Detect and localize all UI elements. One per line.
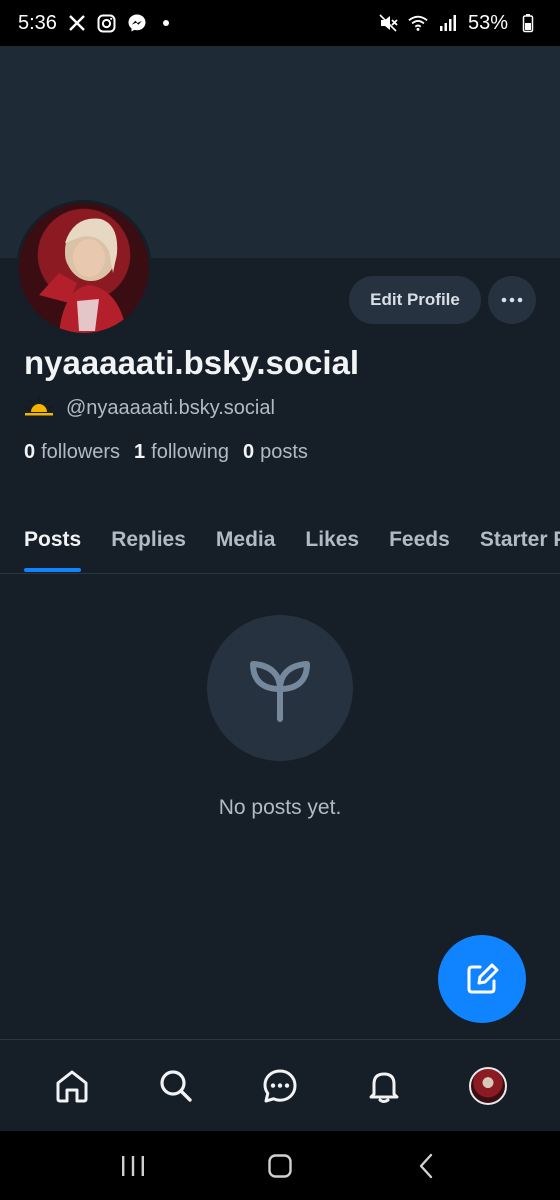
notification-dot (162, 20, 169, 26)
sunrise-icon (24, 394, 54, 422)
home-button[interactable] (260, 1146, 300, 1186)
mute-icon (378, 13, 398, 33)
posts-count: 0 (243, 441, 255, 463)
compose-post-button[interactable] (438, 935, 526, 1023)
nav-search[interactable] (148, 1058, 204, 1114)
status-right: 53% (378, 12, 538, 35)
following-label: following (151, 441, 229, 463)
edit-profile-button[interactable]: Edit Profile (349, 276, 481, 324)
status-left: 5:36 (18, 12, 169, 35)
profile-stats: 0 followers 1 following 0 posts (24, 441, 308, 464)
profile-handle: @nyaaaaati.bsky.social (66, 396, 275, 419)
recents-icon (122, 1155, 145, 1176)
empty-state-message: No posts yet. (218, 796, 342, 819)
battery-percent: 53% (467, 11, 508, 34)
nav-home[interactable] (44, 1058, 100, 1114)
nav-notifications[interactable] (356, 1058, 412, 1114)
profile-avatar[interactable] (16, 200, 152, 336)
status-bar: 5:36 53% (0, 0, 560, 46)
more-icon (501, 297, 523, 303)
home-square-icon (268, 1153, 292, 1178)
sprout-icon (250, 661, 310, 722)
back-button[interactable] (407, 1146, 447, 1186)
bell-icon (369, 1072, 399, 1103)
empty-state-icon-circle (207, 615, 353, 761)
bottom-navigation (0, 1039, 560, 1131)
wifi-icon (408, 13, 428, 33)
home-icon (56, 1070, 88, 1102)
followers-stat[interactable]: 0 followers (24, 441, 120, 464)
chat-icon (263, 1069, 297, 1102)
status-time: 5:36 (18, 11, 57, 34)
recent-apps-button[interactable] (113, 1146, 153, 1186)
search-icon (160, 1069, 192, 1102)
tab-replies[interactable]: Replies (111, 508, 186, 572)
tab-posts[interactable]: Posts (24, 508, 82, 572)
followers-label: followers (41, 441, 121, 463)
posts-label: posts (260, 441, 308, 463)
nav-chat[interactable] (252, 1058, 308, 1114)
compose-icon (467, 963, 499, 994)
tab-media[interactable]: Media (216, 508, 276, 572)
tab-starter-packs[interactable]: Starter Packs (480, 508, 560, 572)
followers-count: 0 (24, 441, 36, 463)
battery-icon (518, 13, 538, 33)
handle-row: @nyaaaaati.bsky.social (24, 394, 275, 422)
system-navigation (0, 1131, 560, 1200)
display-name: nyaaaaati.bsky.social (24, 344, 360, 381)
profile-tabs: Posts Replies Media Likes Feeds Starter … (0, 508, 560, 574)
avatar-image (39, 218, 127, 333)
more-options-button[interactable] (488, 276, 536, 324)
tab-feeds[interactable]: Feeds (389, 508, 450, 572)
posts-stat: 0 posts (243, 441, 308, 464)
profile-avatar (469, 1066, 507, 1105)
tab-likes[interactable]: Likes (305, 508, 359, 572)
following-count: 1 (134, 441, 146, 463)
back-chevron-icon (419, 1153, 432, 1178)
signal-icon (438, 13, 458, 33)
x-icon (67, 13, 87, 33)
nav-profile[interactable] (460, 1058, 516, 1114)
instagram-icon (97, 13, 117, 33)
following-stat[interactable]: 1 following (134, 441, 229, 464)
messenger-icon (127, 13, 147, 33)
